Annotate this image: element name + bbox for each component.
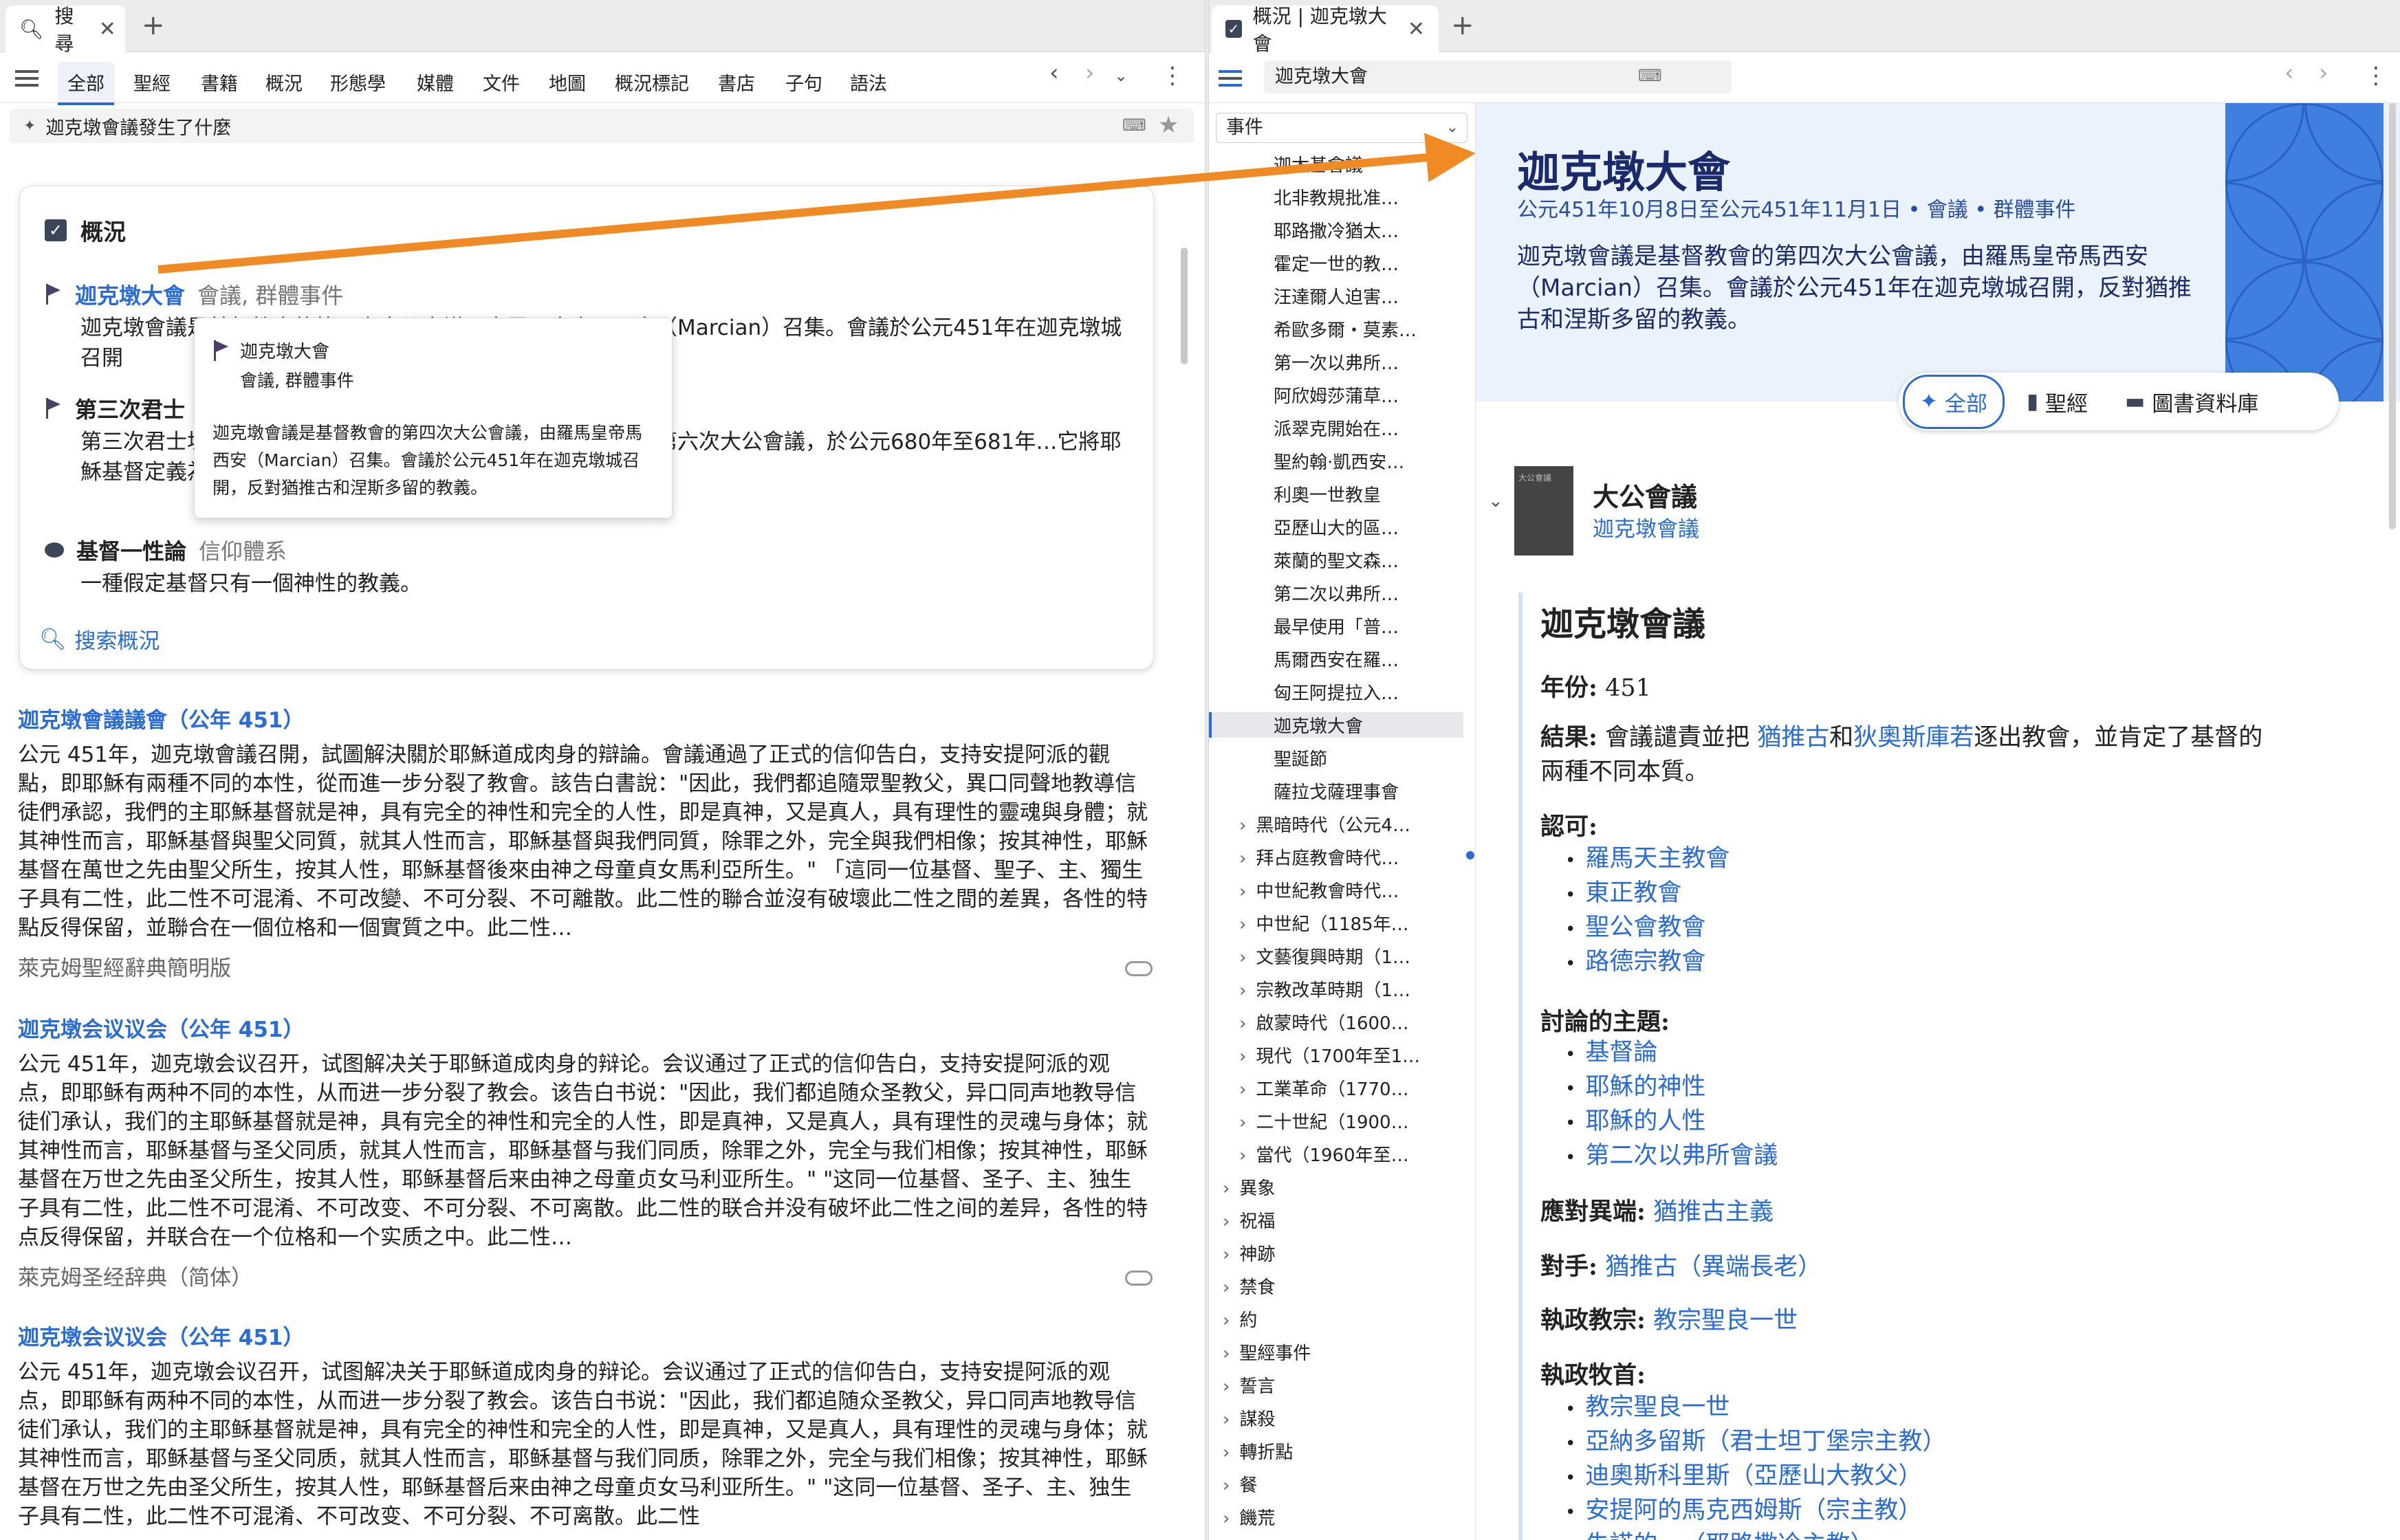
annotation-arrow [157, 133, 1476, 274]
arrow-line [157, 133, 1476, 274]
